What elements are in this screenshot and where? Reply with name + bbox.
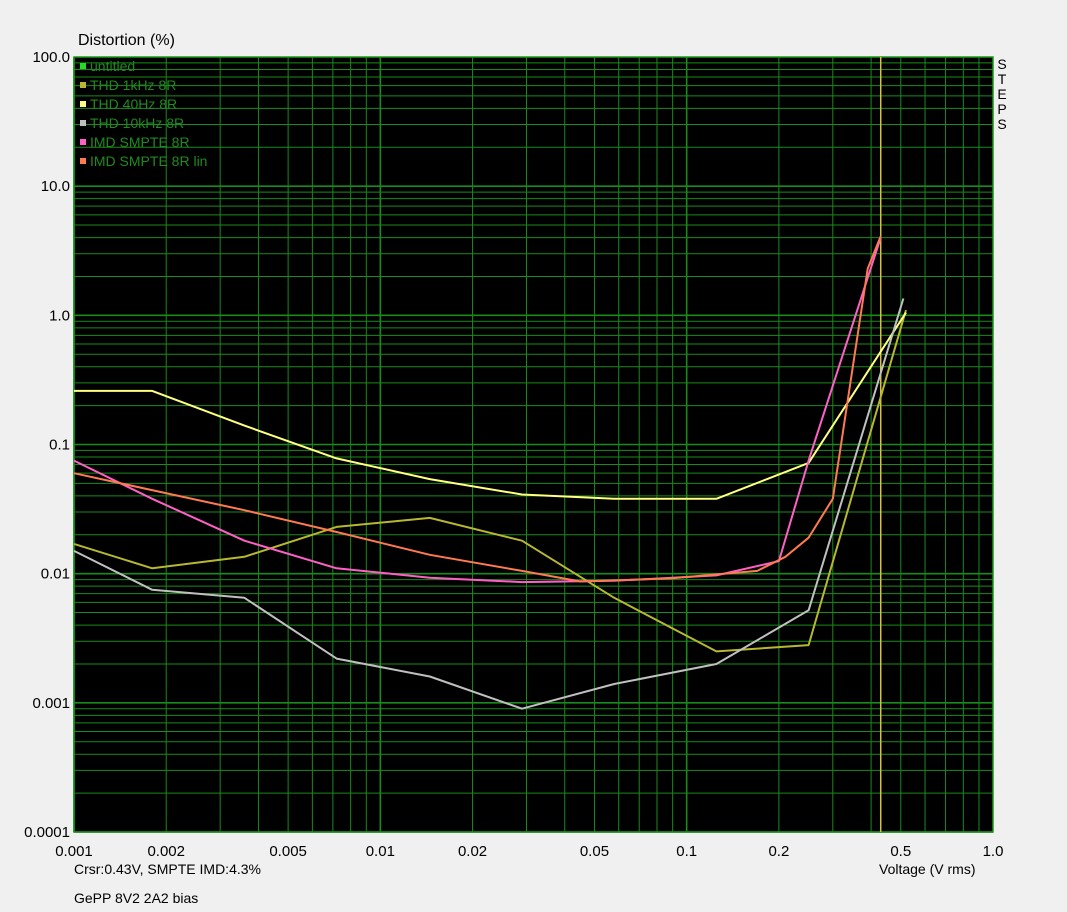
steps-letter: P (997, 101, 1007, 117)
steps-letter: S (997, 56, 1007, 72)
x-tick-label: 0.5 (890, 843, 911, 860)
x-tick-label: 0.1 (676, 843, 697, 860)
legend-entry[interactable]: untitled (90, 58, 135, 74)
footer-note: GePP 8V2 2A2 bias (74, 890, 199, 906)
x-tick-label: 0.001 (55, 843, 93, 860)
y-axis-ticks: 100.0 10.0 1.0 0.1 0.01 0.001 0.0001 (24, 49, 70, 841)
distortion-chart: 0.001 0.002 0.005 0.01 0.02 0.05 0.1 0.2 0.5 1.0 … (24, 49, 1003, 860)
x-tick-label: 0.05 (580, 843, 609, 860)
y-tick-label: 0.01 (41, 566, 70, 583)
x-tick-label: 1.0 (983, 843, 1004, 860)
x-tick-label: 0.005 (269, 843, 307, 860)
x-axis-ticks: 0.001 0.002 0.005 0.01 0.02 0.05 0.1 0.2 0.5 1.0 (55, 843, 1003, 860)
legend-entry[interactable]: THD 10kHz 8R (90, 115, 184, 131)
legend-swatch (80, 158, 86, 164)
y-tick-label: 1.0 (49, 307, 70, 324)
y-tick-label: 10.0 (41, 178, 70, 195)
steps-letter: S (997, 116, 1007, 132)
x-tick-label: 0.02 (458, 843, 487, 860)
legend-swatch (80, 63, 86, 69)
chart-title: Distortion (%) (78, 32, 175, 49)
legend-swatch (80, 82, 86, 88)
cursor-readout: Crsr:0.43V, SMPTE IMD:4.3% (74, 861, 261, 877)
legend-swatch (80, 139, 86, 145)
legend-entry[interactable]: IMD SMPTE 8R (90, 134, 190, 150)
y-tick-label: 0.001 (32, 695, 70, 712)
legend-swatch (80, 120, 86, 126)
x-tick-label: 0.2 (768, 843, 789, 860)
x-axis-label: Voltage (V rms) (879, 861, 976, 877)
y-tick-label: 0.1 (49, 437, 70, 454)
legend-entry[interactable]: IMD SMPTE 8R lin (90, 153, 207, 169)
x-tick-label: 0.002 (147, 843, 185, 860)
steps-label: S T E P S (996, 57, 1008, 132)
y-tick-label: 0.0001 (24, 824, 70, 841)
legend-entry[interactable]: THD 40Hz 8R (90, 96, 177, 112)
legend-entry[interactable]: THD 1kHz 8R (90, 77, 176, 93)
steps-letter: E (997, 86, 1007, 102)
legend-swatch (80, 101, 86, 107)
y-tick-label: 100.0 (32, 49, 70, 66)
steps-letter: T (997, 71, 1007, 87)
x-tick-label: 0.01 (366, 843, 395, 860)
